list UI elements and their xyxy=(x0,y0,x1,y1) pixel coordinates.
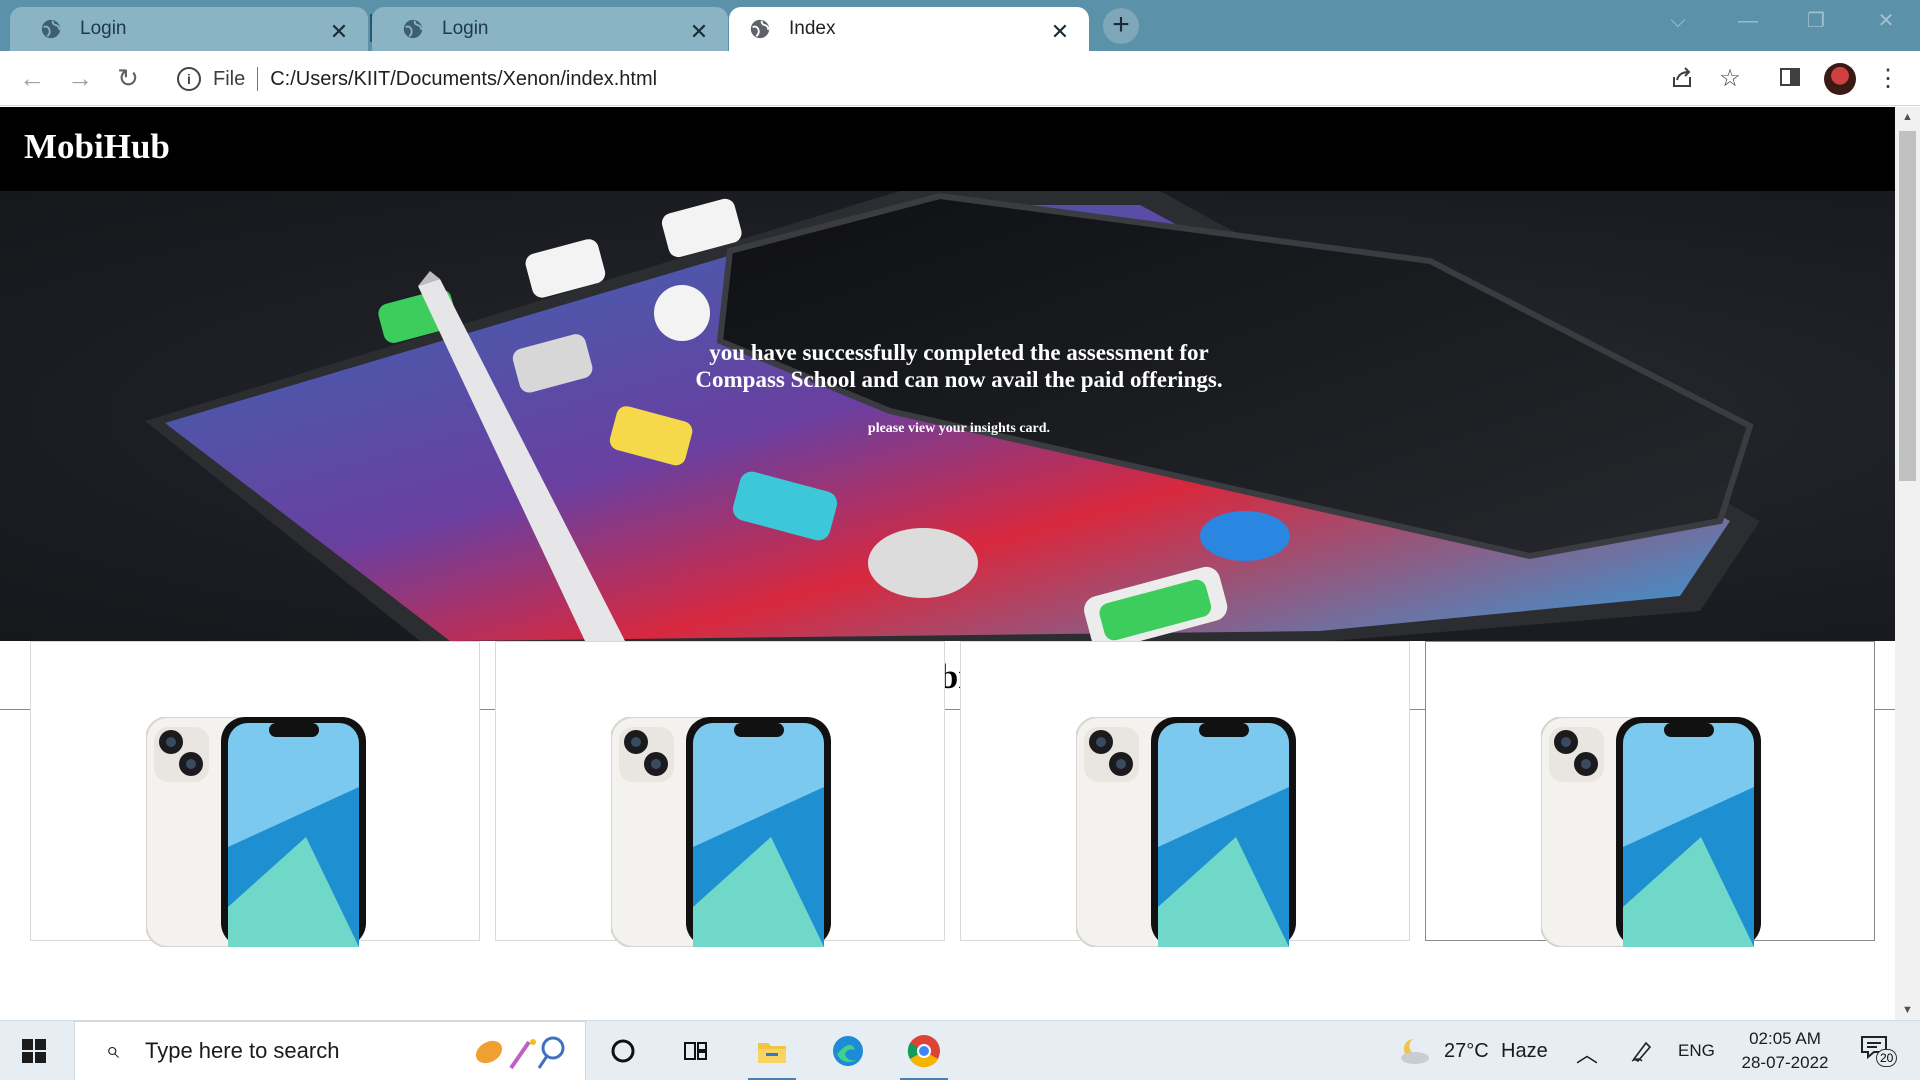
scroll-up-arrow-icon[interactable]: ▲ xyxy=(1900,111,1915,123)
side-panel-icon[interactable] xyxy=(1776,65,1804,93)
hero-subtext: please view your insights card. xyxy=(867,421,1051,436)
more-menu-icon[interactable]: ⋮ xyxy=(1874,65,1902,93)
tab-login-1[interactable]: Login ✕ xyxy=(10,7,368,51)
forward-button[interactable]: → xyxy=(64,63,96,95)
site-header: MobiHub xyxy=(0,107,1895,191)
profile-avatar[interactable] xyxy=(1824,63,1856,95)
notification-count-badge: 20 xyxy=(1876,1049,1898,1067)
search-placeholder[interactable]: Type here to search xyxy=(145,1038,339,1064)
product-card[interactable] xyxy=(960,641,1410,947)
tab-strip: Login ✕ Login ✕ Index ✕ + ⌵ — ❐ ✕ xyxy=(0,0,1920,51)
taskbar-search-box[interactable]: ⌕ Type here to search xyxy=(74,1021,586,1080)
site-info-icon[interactable]: i xyxy=(177,67,201,91)
close-tab-icon[interactable]: ✕ xyxy=(688,21,710,43)
scroll-thumb[interactable] xyxy=(1899,131,1916,481)
globe-icon xyxy=(750,19,770,39)
page-scrollbar[interactable]: ▲ ▼ xyxy=(1895,107,1920,1020)
tab-login-2[interactable]: Login ✕ xyxy=(372,7,728,51)
reload-button[interactable]: ↻ xyxy=(112,63,144,95)
url-text[interactable]: C:/Users/KIIT/Documents/Xenon/index.html xyxy=(270,68,657,91)
globe-icon xyxy=(403,19,423,39)
phone-image xyxy=(146,717,366,947)
window-close-button[interactable]: ✕ xyxy=(1866,6,1906,36)
tab-title: Login xyxy=(442,18,489,39)
edge-icon[interactable] xyxy=(812,1021,884,1080)
pen-workspace-icon[interactable] xyxy=(1630,1039,1654,1063)
bookmark-star-icon[interactable]: ☆ xyxy=(1716,65,1744,93)
phone-image xyxy=(611,717,831,947)
address-bar[interactable]: i File C:/Users/KIIT/Documents/Xenon/ind… xyxy=(163,58,1693,100)
taskbar-clock[interactable]: 02:05 AM 28-07-2022 xyxy=(1730,1027,1840,1075)
address-divider xyxy=(257,67,259,91)
chrome-icon[interactable] xyxy=(888,1021,960,1080)
cortana-icon[interactable] xyxy=(587,1021,659,1080)
minimize-button[interactable]: — xyxy=(1728,6,1768,36)
file-explorer-icon[interactable] xyxy=(736,1021,808,1080)
globe-icon xyxy=(41,19,61,39)
close-tab-icon[interactable]: ✕ xyxy=(328,21,350,43)
search-icon: ⌕ xyxy=(105,1037,119,1064)
new-tab-button[interactable]: + xyxy=(1103,8,1139,44)
weather-temp[interactable]: 27°C xyxy=(1444,1040,1489,1063)
back-button[interactable]: ← xyxy=(16,63,48,95)
input-language[interactable]: ENG xyxy=(1678,1041,1715,1061)
clock-date: 28-07-2022 xyxy=(1741,1053,1829,1072)
notification-center-icon[interactable]: 20 xyxy=(1860,1035,1898,1069)
weather-moon-cloud-icon[interactable] xyxy=(1397,1037,1431,1065)
restore-button[interactable]: ❐ xyxy=(1796,6,1836,36)
clock-time: 02:05 AM xyxy=(1749,1029,1821,1048)
hero-line-1: you have successfully completed the asse… xyxy=(709,340,1209,365)
share-icon[interactable] xyxy=(1668,65,1696,93)
hero-message: you have successfully completed the asse… xyxy=(0,339,1895,437)
close-tab-icon[interactable]: ✕ xyxy=(1049,21,1071,43)
phone-image xyxy=(1076,717,1296,947)
start-button[interactable] xyxy=(22,1039,46,1063)
tab-index[interactable]: Index ✕ xyxy=(729,7,1089,51)
hero-banner: you have successfully completed the asse… xyxy=(0,191,1895,641)
tab-title: Login xyxy=(80,18,127,39)
tab-title: Index xyxy=(789,18,836,39)
product-card[interactable] xyxy=(495,641,945,947)
site-brand[interactable]: MobiHub xyxy=(24,127,170,167)
page-viewport: MobiHub you have successfully completed … xyxy=(0,107,1895,1020)
task-view-icon[interactable] xyxy=(659,1021,731,1080)
tab-search-icon[interactable]: ⌵ xyxy=(1658,6,1698,36)
search-highlight-illustration-icon xyxy=(475,1036,565,1070)
product-card[interactable] xyxy=(30,641,480,947)
windows-taskbar: ⌕ Type here to search 27°C Haze ︿ ENG 02… xyxy=(0,1020,1920,1080)
browser-toolbar: ← → ↻ i File C:/Users/KIIT/Documents/Xen… xyxy=(0,51,1920,106)
scheme-label: File xyxy=(213,67,246,90)
show-hidden-icons-chevron-icon[interactable]: ︿ xyxy=(1576,1037,1598,1069)
scroll-down-arrow-icon[interactable]: ▼ xyxy=(1900,1004,1915,1016)
hero-line-2: Compass School and can now avail the pai… xyxy=(695,367,1223,392)
product-card[interactable] xyxy=(1425,641,1875,947)
phone-image xyxy=(1541,717,1761,947)
weather-condition[interactable]: Haze xyxy=(1501,1040,1548,1063)
